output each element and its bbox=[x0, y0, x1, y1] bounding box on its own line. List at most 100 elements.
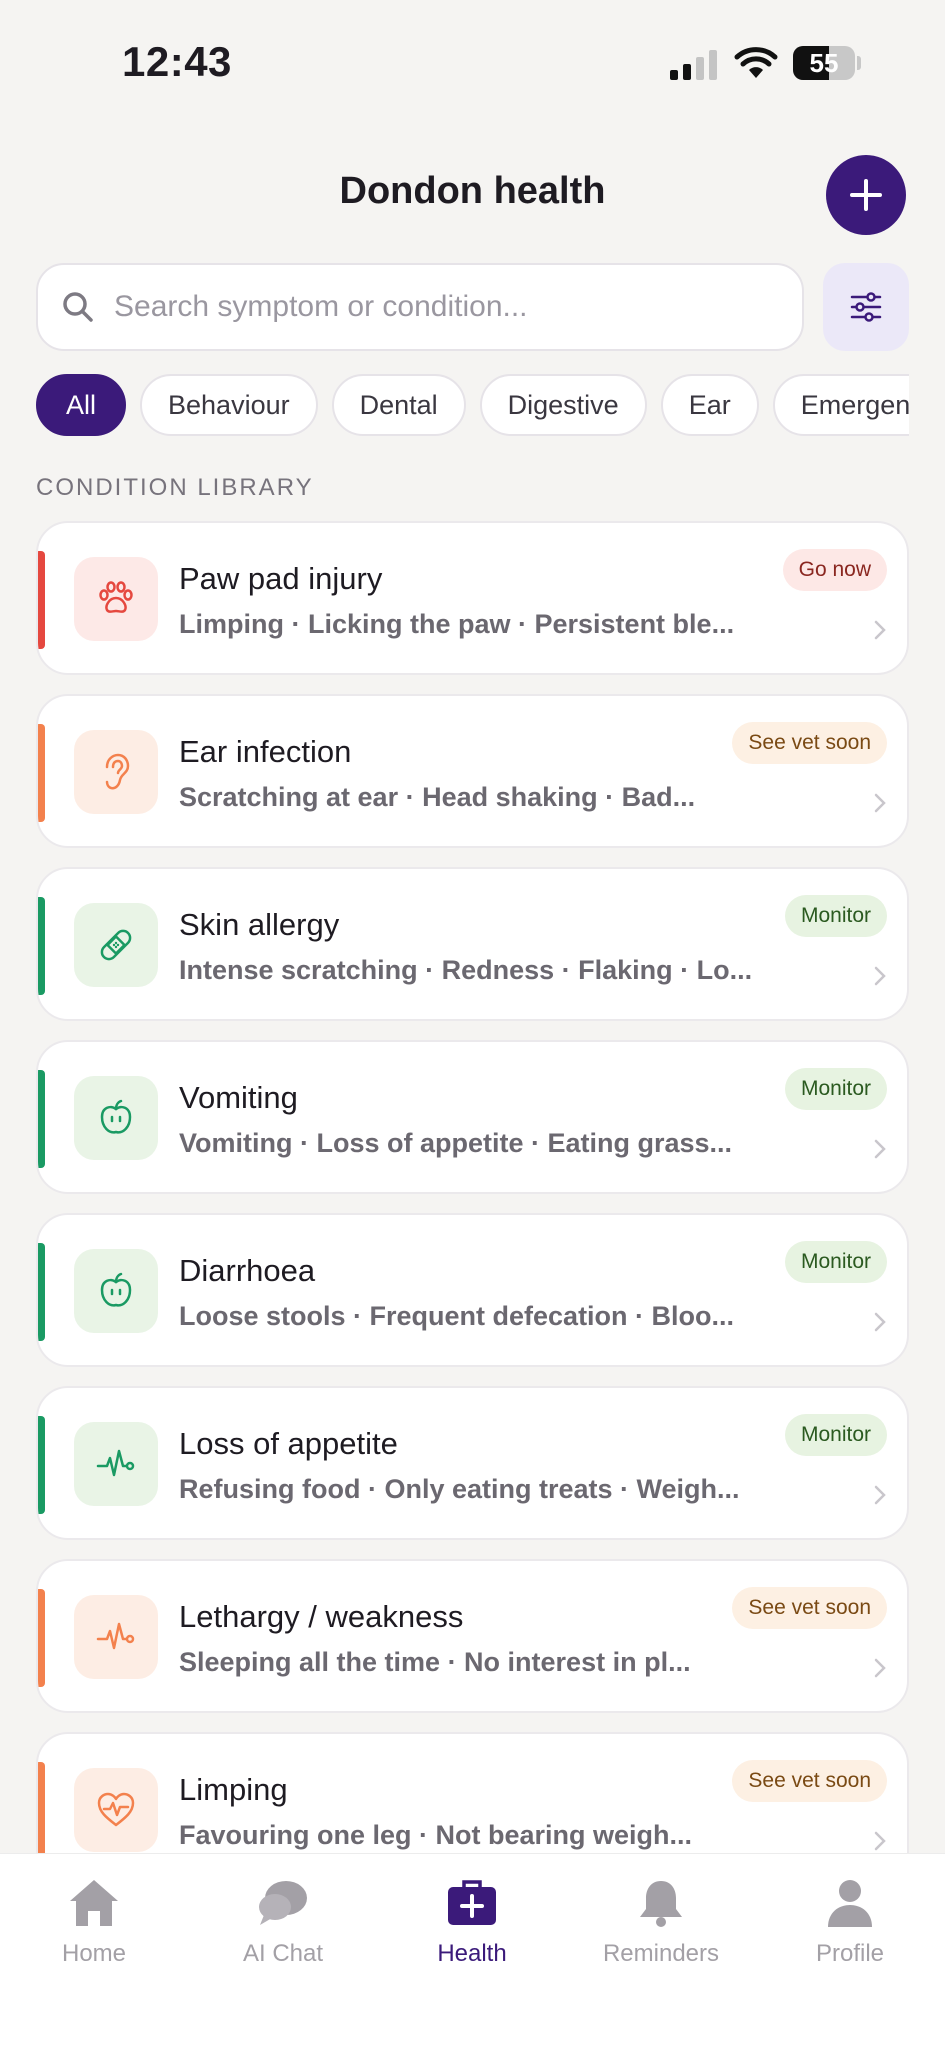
condition-card[interactable]: Lethargy / weakness Sleeping all the tim… bbox=[36, 1559, 909, 1713]
condition-icon-tile bbox=[74, 1595, 158, 1679]
condition-icon-tile bbox=[74, 730, 158, 814]
condition-icon-tile bbox=[74, 903, 158, 987]
pulse-icon bbox=[96, 1622, 135, 1650]
tab-reminders[interactable]: Reminders bbox=[571, 1864, 751, 1984]
chevron-right-icon bbox=[874, 1831, 886, 1851]
chevron-right-icon bbox=[874, 1312, 886, 1332]
chevron-right-icon bbox=[874, 1658, 886, 1678]
bandage-icon bbox=[100, 929, 132, 961]
urgency-badge: See vet soon bbox=[732, 1587, 887, 1629]
search-input[interactable] bbox=[114, 290, 764, 324]
tab-profile[interactable]: Profile bbox=[760, 1864, 940, 1984]
condition-title: Ear infection bbox=[179, 734, 352, 769]
urgency-stripe bbox=[38, 551, 45, 649]
filter-button[interactable] bbox=[823, 263, 909, 351]
wifi-icon bbox=[734, 47, 778, 78]
add-button[interactable] bbox=[826, 155, 906, 235]
tab-bar: Home AI Chat Health Reminders Profile bbox=[0, 1853, 945, 2048]
bell-icon bbox=[640, 1881, 682, 1927]
urgency-stripe bbox=[38, 724, 45, 822]
plus-icon bbox=[850, 179, 882, 211]
chevron-right-icon bbox=[874, 793, 886, 813]
condition-card[interactable]: Paw pad injury Limping · Licking the paw… bbox=[36, 521, 909, 675]
tab-label: Profile bbox=[815, 1940, 885, 1967]
condition-card[interactable]: Skin allergy Intense scratching · Rednes… bbox=[36, 867, 909, 1021]
urgency-badge: Monitor bbox=[784, 895, 887, 937]
urgency-badge: See vet soon bbox=[732, 1760, 887, 1802]
condition-icon-tile bbox=[74, 1422, 158, 1506]
tab-home[interactable]: Home bbox=[4, 1864, 184, 1984]
condition-symptoms: Scratching at ear · Head shaking · Bad..… bbox=[179, 782, 696, 812]
urgency-stripe bbox=[38, 1589, 45, 1687]
condition-icon-tile bbox=[74, 1768, 158, 1852]
condition-title: Skin allergy bbox=[179, 907, 340, 942]
battery-percent: 55 bbox=[809, 47, 839, 78]
chip-digestive[interactable]: Digestive bbox=[479, 374, 647, 436]
home-icon bbox=[70, 1880, 118, 1926]
condition-title: Paw pad injury bbox=[179, 561, 383, 596]
condition-symptoms: Refusing food · Only eating treats · Wei… bbox=[179, 1474, 740, 1504]
page-title: Dondon health bbox=[339, 170, 606, 212]
condition-title: Diarrhoea bbox=[179, 1253, 316, 1288]
urgency-stripe bbox=[38, 1762, 45, 1853]
condition-card[interactable]: Limping Favouring one leg · Not bearing … bbox=[36, 1732, 909, 1853]
condition-list: Paw pad injury Limping · Licking the paw… bbox=[36, 521, 909, 1853]
condition-title: Vomiting bbox=[179, 1080, 298, 1115]
person-icon bbox=[828, 1880, 872, 1927]
condition-symptoms: Intense scratching · Redness · Flaking ·… bbox=[179, 955, 753, 985]
medical-kit-icon bbox=[448, 1880, 496, 1925]
chip-all[interactable]: All bbox=[36, 374, 127, 436]
battery-icon: 55 bbox=[793, 46, 855, 80]
search-icon bbox=[63, 292, 93, 322]
heart-pulse-icon bbox=[97, 1792, 135, 1827]
chevron-right-icon bbox=[874, 966, 886, 986]
condition-title: Limping bbox=[179, 1772, 288, 1807]
urgency-stripe bbox=[38, 897, 45, 995]
tab-ai-chat[interactable]: AI Chat bbox=[193, 1864, 373, 1984]
condition-card[interactable]: Loss of appetite Refusing food · Only ea… bbox=[36, 1386, 909, 1540]
urgency-stripe bbox=[38, 1243, 45, 1341]
condition-symptoms: Vomiting · Loss of appetite · Eating gra… bbox=[179, 1128, 733, 1158]
urgency-badge: See vet soon bbox=[732, 722, 887, 764]
condition-icon-tile bbox=[74, 1076, 158, 1160]
chevron-right-icon bbox=[874, 1485, 886, 1505]
condition-card[interactable]: Vomiting Vomiting · Loss of appetite · E… bbox=[36, 1040, 909, 1194]
cellular-signal-icon bbox=[670, 50, 717, 80]
condition-symptoms: Limping · Licking the paw · Persistent b… bbox=[179, 609, 735, 639]
tab-label: Health bbox=[437, 1940, 507, 1967]
urgency-badge: Go now bbox=[782, 549, 887, 591]
status-bar: 12:43 55 bbox=[0, 0, 945, 120]
condition-title: Lethargy / weakness bbox=[179, 1599, 464, 1634]
urgency-badge: Monitor bbox=[784, 1414, 887, 1456]
tab-health[interactable]: Health bbox=[382, 1864, 562, 1984]
tab-label: Home bbox=[61, 1940, 127, 1967]
chip-dental[interactable]: Dental bbox=[331, 374, 466, 436]
ear-icon bbox=[105, 753, 130, 790]
condition-symptoms: Favouring one leg · Not bearing weigh... bbox=[179, 1820, 693, 1850]
apple-icon bbox=[100, 1272, 132, 1307]
chip-emergency[interactable]: Emergen bbox=[772, 374, 909, 436]
condition-card[interactable]: Diarrhoea Loose stools · Frequent defeca… bbox=[36, 1213, 909, 1367]
category-chips: All Behaviour Dental Digestive Ear Emerg… bbox=[36, 374, 909, 436]
tab-label: Reminders bbox=[602, 1940, 720, 1967]
chevron-right-icon bbox=[874, 620, 886, 640]
battery-tip bbox=[857, 56, 861, 70]
sliders-icon bbox=[850, 292, 882, 322]
urgency-badge: Monitor bbox=[784, 1068, 887, 1110]
chip-ear[interactable]: Ear bbox=[660, 374, 759, 436]
section-label: CONDITION LIBRARY bbox=[36, 474, 314, 501]
condition-icon-tile bbox=[74, 1249, 158, 1333]
chat-bubble-icon bbox=[259, 1881, 307, 1925]
apple-icon bbox=[100, 1099, 132, 1134]
condition-card[interactable]: Ear infection Scratching at ear · Head s… bbox=[36, 694, 909, 848]
condition-title: Loss of appetite bbox=[179, 1426, 398, 1461]
urgency-badge: Monitor bbox=[784, 1241, 887, 1283]
paw-icon bbox=[99, 581, 133, 613]
condition-icon-tile bbox=[74, 557, 158, 641]
search-box[interactable] bbox=[36, 263, 804, 351]
pulse-icon bbox=[96, 1449, 135, 1477]
urgency-stripe bbox=[38, 1416, 45, 1514]
chip-behaviour[interactable]: Behaviour bbox=[140, 374, 318, 436]
urgency-stripe bbox=[38, 1070, 45, 1168]
tab-label: AI Chat bbox=[242, 1940, 324, 1967]
